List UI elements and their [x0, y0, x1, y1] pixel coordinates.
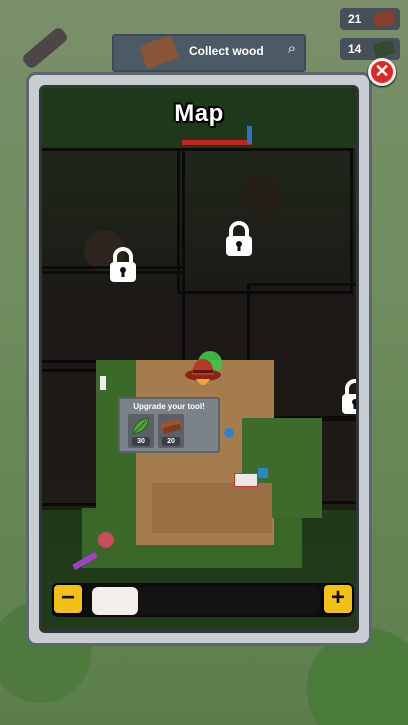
- map-view[interactable]: Map Upgrade your tool! 30 20 − +: [39, 85, 359, 633]
- plank-icon: [372, 9, 396, 29]
- player-marker-icon: [185, 351, 222, 385]
- map-item: [100, 376, 106, 390]
- quest-label: Collect wood: [189, 44, 264, 58]
- lock-icon[interactable]: [106, 246, 140, 284]
- close-button[interactable]: ✕: [368, 58, 396, 86]
- stick-icon: [20, 25, 70, 71]
- quest-banner: Collect wood ⌕: [112, 34, 306, 72]
- map-room: [42, 360, 102, 506]
- zoom-control: − +: [52, 583, 354, 617]
- resource-quantity: 20: [162, 437, 180, 446]
- zoom-out-button[interactable]: −: [52, 583, 84, 615]
- map-room: [177, 148, 353, 294]
- upgrade-tooltip[interactable]: Upgrade your tool! 30 20: [118, 397, 220, 453]
- map-item: [234, 473, 258, 487]
- leaf-icon: [132, 417, 150, 435]
- wood-plank-icon: [160, 419, 182, 434]
- wall-marker: [182, 140, 252, 145]
- zoom-slider[interactable]: [92, 587, 320, 615]
- map-modal: Map Upgrade your tool! 30 20 − +: [26, 72, 372, 646]
- revealed-floor: [152, 483, 272, 533]
- map-item: [98, 532, 114, 548]
- resource-slot-leaf: 30: [128, 414, 154, 448]
- zoom-slider-fill: [92, 587, 138, 615]
- map-item: [258, 468, 268, 478]
- tooltip-title: Upgrade your tool!: [133, 402, 205, 411]
- map-item: [224, 428, 234, 438]
- resource-counter-second: 14: [340, 38, 400, 60]
- wood-icon: [138, 34, 180, 70]
- resource-count: 14: [348, 42, 362, 56]
- leaf-icon: [372, 39, 396, 59]
- search-icon[interactable]: ⌕: [288, 40, 296, 57]
- resource-counter-top: 21: [340, 8, 400, 30]
- lock-icon[interactable]: [222, 220, 256, 258]
- lock-icon[interactable]: [338, 378, 359, 416]
- resource-slot-wood: 20: [158, 414, 184, 448]
- zoom-in-button[interactable]: +: [322, 583, 354, 615]
- map-title: Map: [174, 100, 224, 127]
- resource-quantity: 30: [132, 437, 150, 446]
- resource-count: 21: [348, 12, 362, 26]
- wall-marker: [247, 126, 252, 144]
